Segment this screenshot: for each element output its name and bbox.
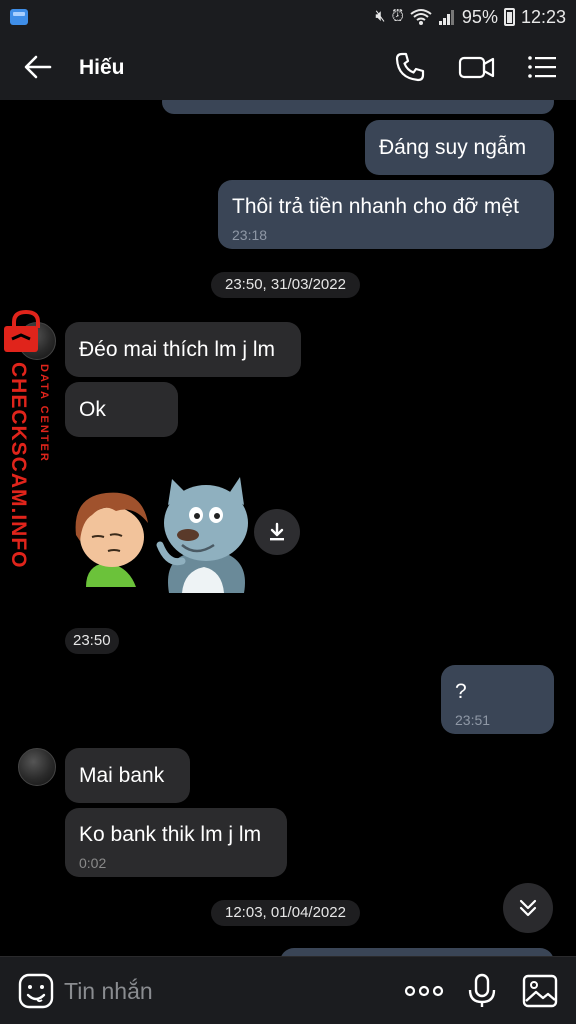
message-text: Đáng suy ngẫm xyxy=(379,136,527,159)
message-input-bar xyxy=(0,956,576,1024)
message-input[interactable] xyxy=(64,973,384,1009)
wifi-icon xyxy=(410,9,432,25)
battery-icon xyxy=(503,8,515,26)
message-bubble-incoming[interactable]: Mai bank xyxy=(65,748,190,803)
signal-icon xyxy=(438,10,454,25)
date-separator: 12:03, 01/04/2022 xyxy=(211,900,360,926)
app-notification-icon xyxy=(10,9,28,25)
message-bubble-partial xyxy=(280,948,554,956)
video-call-icon[interactable] xyxy=(458,50,496,84)
message-text: Ko bank thik lm j lm xyxy=(79,823,262,846)
message-bubble-partial xyxy=(162,100,554,114)
sticker-emoji-icon[interactable] xyxy=(18,973,54,1009)
message-text: ? xyxy=(455,680,467,703)
message-bubble-outgoing[interactable]: Thôi trả tiền nhanh cho đỡ mệt 23:18 xyxy=(218,180,554,249)
message-list[interactable]: Đáng suy ngẫm Thôi trả tiền nhanh cho đỡ… xyxy=(0,100,576,956)
message-time: 0:02 xyxy=(79,855,107,871)
clock: 12:23 xyxy=(520,6,566,27)
message-bubble-outgoing[interactable]: Đáng suy ngẫm xyxy=(365,120,554,175)
chevron-double-down-icon xyxy=(519,899,537,917)
message-text: Đéo mai thích lm j lm xyxy=(79,338,276,361)
message-bubble-incoming[interactable]: Ok xyxy=(65,382,178,437)
menu-list-icon[interactable] xyxy=(526,50,560,84)
message-bubble-incoming[interactable]: Đéo mai thích lm j lm xyxy=(65,322,301,377)
microphone-icon[interactable] xyxy=(464,973,500,1009)
avatar[interactable] xyxy=(18,748,56,786)
message-text: Ok xyxy=(79,398,106,421)
date-separator: 23:50, 31/03/2022 xyxy=(211,272,360,298)
contact-name[interactable]: Hiếu xyxy=(79,56,125,80)
message-bubble-outgoing[interactable]: ? 23:51 xyxy=(441,665,554,734)
status-icons: 🔇︎ ⏰︎ 95% 12:23 xyxy=(375,7,566,28)
download-icon xyxy=(270,522,284,541)
phone-icon[interactable] xyxy=(393,50,427,84)
watermark-text: CHECKSCAM.INFO xyxy=(7,362,30,569)
watermark-lock-icon xyxy=(4,310,40,352)
message-bubble-incoming[interactable]: Ko bank thik lm j lm 0:02 xyxy=(65,808,287,877)
download-button[interactable] xyxy=(254,509,300,555)
more-options-icon[interactable] xyxy=(404,973,444,1009)
mute-icon: 🔇︎ xyxy=(375,8,386,25)
scroll-to-bottom-button[interactable] xyxy=(503,883,553,933)
message-text: Thôi trả tiền nhanh cho đỡ mệt xyxy=(232,195,519,218)
image-gallery-icon[interactable] xyxy=(522,973,558,1009)
message-time: 23:18 xyxy=(232,227,268,243)
message-time: 23:51 xyxy=(455,712,491,728)
message-text: Mai bank xyxy=(79,764,165,787)
sticker-boy-and-wolf[interactable] xyxy=(64,475,249,595)
alarm-icon: ⏰︎ xyxy=(391,8,404,25)
battery-percent: 95% xyxy=(461,6,498,27)
watermark-subtext: DATA CENTER xyxy=(38,364,50,463)
time-separator: 23:50 xyxy=(65,628,119,654)
back-arrow-icon[interactable] xyxy=(22,52,54,82)
chat-header: Hiếu xyxy=(0,34,576,100)
status-bar: 🔇︎ ⏰︎ 95% 12:23 xyxy=(0,0,576,34)
